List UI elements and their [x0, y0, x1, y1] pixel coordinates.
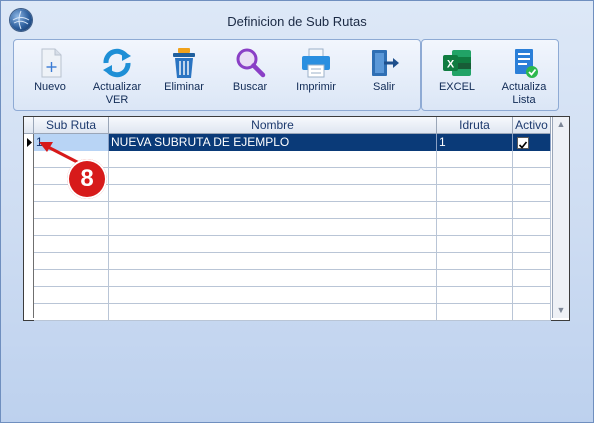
sub-rutas-window: Definicion de Sub Rutas Nuevo Actualizar…	[0, 0, 594, 423]
annotation-arrow	[39, 142, 82, 166]
callout-badge: 8	[67, 159, 107, 199]
